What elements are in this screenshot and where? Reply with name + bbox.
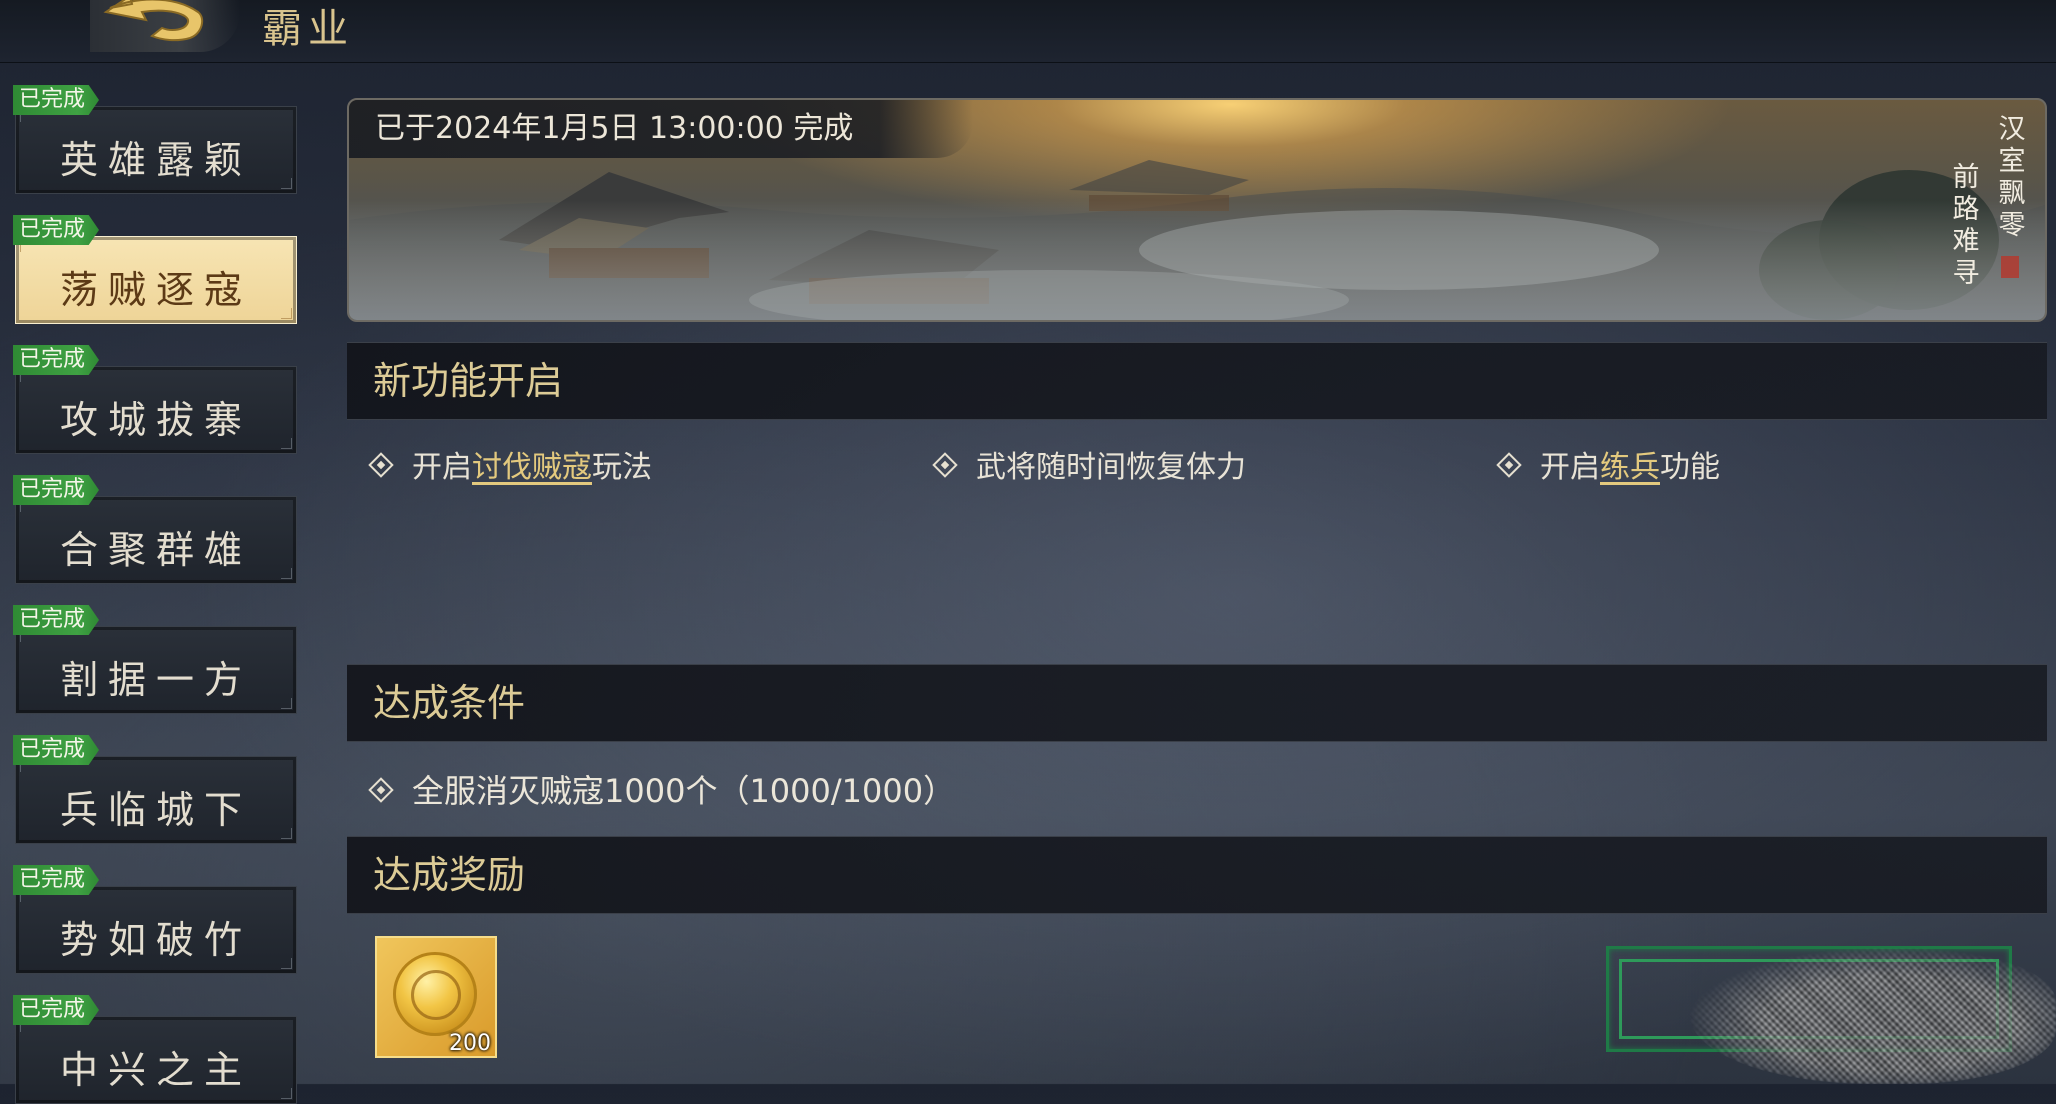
sidebar-item-label: 英雄露颖	[59, 138, 252, 182]
top-bar: 霸业	[0, 0, 2056, 63]
condition-text: 全服消灭贼寇1000个（1000/1000）	[412, 772, 956, 810]
feature-text: 开启	[1540, 450, 1600, 485]
diamond-bullet-icon	[368, 777, 394, 803]
sidebar-item-中兴之主[interactable]: 已完成 中兴之主	[13, 995, 297, 1104]
gold-coin-icon	[393, 952, 477, 1036]
completion-timestamp: 已于2024年1月5日 13:00:00 完成	[349, 100, 974, 158]
completed-badge: 已完成	[13, 475, 100, 505]
feature-text: 玩法	[592, 450, 652, 485]
sidebar-item-label: 中兴之主	[59, 1048, 252, 1092]
chapter-banner: 已于2024年1月5日 13:00:00 完成 汉室飘零 前路难寻	[347, 98, 2047, 322]
sidebar-item-荡贼逐寇[interactable]: 已完成 荡贼逐寇	[13, 215, 297, 324]
feature-text: 武将随时间恢复体力	[976, 450, 1246, 485]
completed-badge: 已完成	[13, 345, 100, 375]
section-header-new-features: 新功能开启	[347, 342, 2047, 420]
feature-text: 开启	[412, 450, 472, 485]
sidebar-item-label: 合聚群雄	[59, 528, 252, 572]
poem-line-1: 汉室飘零	[1998, 114, 2026, 241]
completed-badge: 已完成	[13, 865, 100, 895]
diamond-bullet-icon	[368, 452, 394, 478]
obscured-area	[1690, 948, 2056, 1084]
sidebar-item-兵临城下[interactable]: 已完成 兵临城下	[13, 735, 297, 844]
completed-badge: 已完成	[13, 605, 100, 635]
feature-item: 开启讨伐贼寇玩法	[368, 442, 652, 486]
sidebar-item-label: 兵临城下	[59, 788, 252, 832]
completed-badge: 已完成	[13, 85, 100, 115]
section-title: 达成奖励	[373, 853, 526, 897]
sidebar-item-合聚群雄[interactable]: 已完成 合聚群雄	[13, 475, 297, 584]
feature-item: 武将随时间恢复体力	[932, 442, 1246, 486]
completed-badge: 已完成	[13, 215, 100, 245]
sidebar-item-label: 势如破竹	[59, 918, 252, 962]
sidebar-item-label: 荡贼逐寇	[59, 268, 252, 312]
feature-item: 开启练兵功能	[1496, 442, 1720, 486]
sidebar-item-割据一方[interactable]: 已完成 割据一方	[13, 605, 297, 714]
sidebar-item-label: 割据一方	[59, 658, 252, 702]
condition-item: 全服消灭贼寇1000个（1000/1000）	[368, 766, 956, 812]
back-button[interactable]	[90, 0, 240, 52]
section-header-conditions: 达成条件	[347, 664, 2047, 742]
sidebar-item-英雄露颖[interactable]: 已完成 英雄露颖	[13, 85, 297, 194]
sidebar-item-label: 攻城拔寨	[59, 398, 252, 442]
completed-badge: 已完成	[13, 735, 100, 765]
section-header-rewards: 达成奖励	[347, 836, 2047, 914]
page-title: 霸业	[262, 6, 354, 52]
sidebar-item-势如破竹[interactable]: 已完成 势如破竹	[13, 865, 297, 974]
section-title: 新功能开启	[373, 359, 564, 403]
section-title: 达成条件	[373, 681, 526, 725]
feature-link-bandit-suppression[interactable]: 讨伐贼寇	[472, 450, 592, 485]
reward-count: 200	[449, 1031, 491, 1056]
diamond-bullet-icon	[932, 452, 958, 478]
feature-link-training[interactable]: 练兵	[1600, 450, 1660, 485]
diamond-bullet-icon	[1496, 452, 1522, 478]
reward-item[interactable]: 200	[375, 936, 497, 1058]
sidebar-item-攻城拔寨[interactable]: 已完成 攻城拔寨	[13, 345, 297, 454]
completed-badge: 已完成	[13, 995, 100, 1025]
poem-line-2: 前路难寻	[1952, 162, 1980, 289]
feature-text: 功能	[1660, 450, 1720, 485]
back-arrow-icon	[103, 0, 204, 42]
red-seal-icon	[2001, 256, 2019, 278]
